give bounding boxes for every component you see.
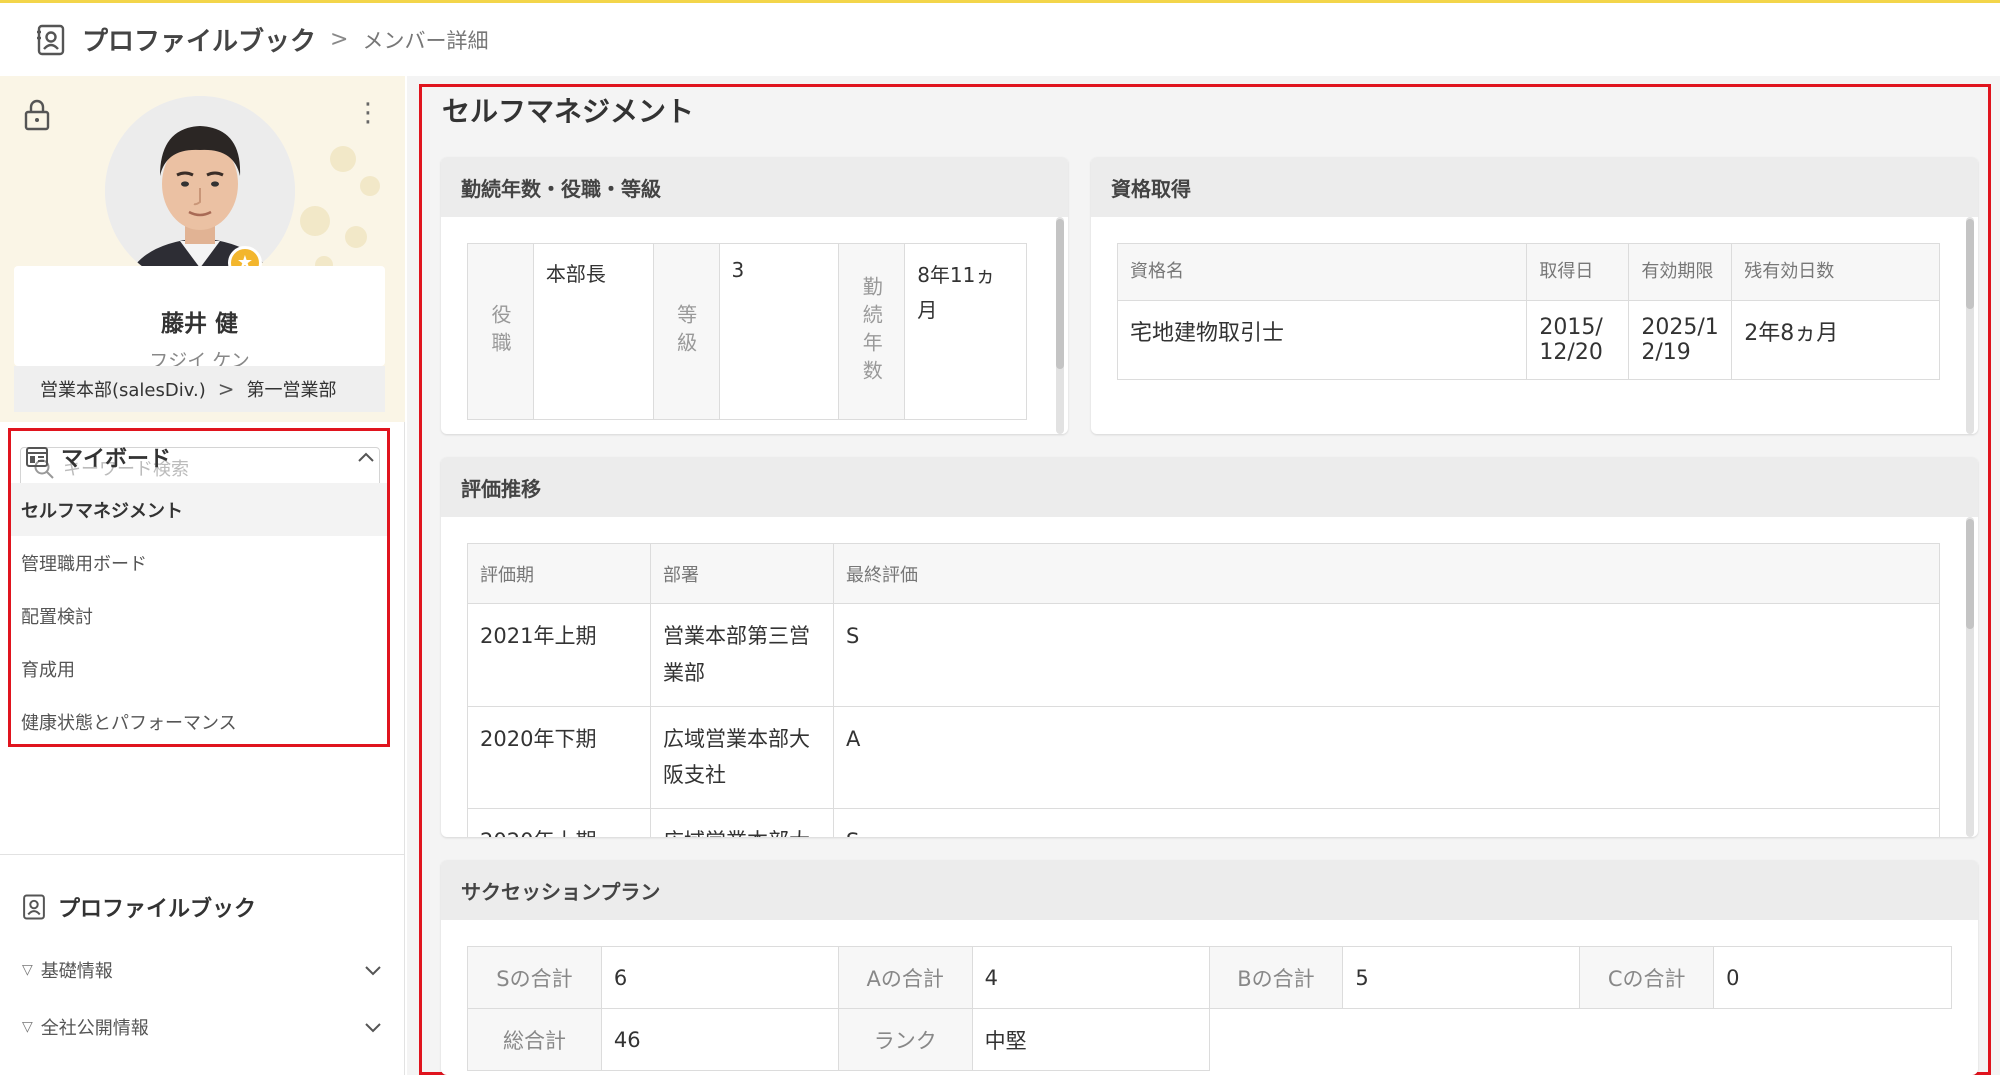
table-cell: 宅地建物取引士 bbox=[1116, 299, 1528, 380]
sidebar-divider bbox=[0, 854, 405, 855]
succession-card: サクセッションプラン Sの合計 6 Aの合計 4 Bの合計 5 Cの合計 0 総… bbox=[441, 860, 1978, 1075]
table-cell: A bbox=[833, 705, 1940, 809]
name-card: 藤井 健 フジイ ケン bbox=[14, 266, 385, 372]
board-item-manager-board[interactable]: 管理職用ボード bbox=[11, 536, 387, 589]
triangle-icon: ▽ bbox=[22, 962, 33, 978]
grand-total-value: 46 bbox=[600, 1008, 839, 1071]
table-row: 2020年下期 広域営業本部大阪支社 A bbox=[467, 705, 1940, 809]
grade-value: 3 bbox=[718, 243, 840, 420]
profilebook-title: プロファイルブック bbox=[58, 897, 257, 922]
scrollbar[interactable] bbox=[1966, 517, 1974, 837]
grade-label: 等級 bbox=[652, 243, 720, 420]
myboard-section: マイボード セルフマネジメント 管理職用ボード 配置検討 育成用 健康状態とパフ… bbox=[8, 428, 390, 747]
table-row: 2020年上期 広域営業本部大 S bbox=[467, 808, 1940, 837]
board-item-health-performance[interactable]: 健康状態とパフォーマンス bbox=[11, 695, 387, 748]
position-value: 本部長 bbox=[532, 243, 654, 420]
chevron-down-icon[interactable] bbox=[364, 1021, 382, 1033]
qualification-table: 資格名 取得日 有効期限 残有効日数 宅地建物取引士 2015/12/20 20… bbox=[1116, 243, 1940, 380]
evaluation-table: 評価期 部署 最終評価 2021年上期 営業本部第三営業部 S 2020年下期 … bbox=[467, 543, 1940, 837]
column-header: 最終評価 bbox=[833, 543, 1940, 604]
s-total-label: Sの合計 bbox=[467, 946, 602, 1009]
profile-header: ⋮ ★ 藤井 健 フジイ ケン 営業本部(salesDiv.) > 第一営業部 bbox=[0, 76, 405, 422]
department-breadcrumb: 営業本部(salesDiv.) > 第一営業部 bbox=[14, 366, 385, 412]
table-cell: 2025/12/19 bbox=[1628, 299, 1733, 380]
board-item-development[interactable]: 育成用 bbox=[11, 642, 387, 695]
avatar bbox=[105, 96, 295, 286]
profilebook-item-label: 全社公開情報 bbox=[40, 1018, 149, 1039]
tenure-card-title: 勤続年数・役職・等級 bbox=[441, 157, 1068, 217]
page-title: セルフマネジメント bbox=[442, 95, 695, 128]
table-cell: 2年8ヵ月 bbox=[1731, 299, 1940, 380]
profilebook-section-header[interactable]: プロファイルブック bbox=[20, 891, 256, 923]
breadcrumb-separator: > bbox=[330, 27, 349, 52]
table-cell: 2015/12/20 bbox=[1526, 299, 1630, 380]
position-label: 役職 bbox=[467, 243, 534, 420]
table-row: 宅地建物取引士 2015/12/20 2025/12/19 2年8ヵ月 bbox=[1116, 299, 1940, 380]
profilebook-item-label: 基礎情報 bbox=[40, 961, 113, 982]
column-header: 有効期限 bbox=[1628, 243, 1733, 301]
division-label[interactable]: 営業本部(salesDiv.) bbox=[40, 376, 206, 402]
tenure-table: 役職 本部長 等級 3 勤続年数 8年11ヵ月 bbox=[467, 243, 1027, 420]
tenure-value: 8年11ヵ月 bbox=[904, 243, 1027, 420]
column-header: 部署 bbox=[650, 543, 834, 604]
table-cell: 営業本部第三営業部 bbox=[650, 603, 834, 707]
profilebook-item-basic-info[interactable]: ▽ 基礎情報 bbox=[22, 950, 382, 990]
grand-total-label: 総合計 bbox=[467, 1008, 602, 1071]
c-total-label: Cの合計 bbox=[1579, 946, 1715, 1009]
b-total-label: Bの合計 bbox=[1208, 946, 1344, 1009]
lock-icon[interactable] bbox=[22, 98, 52, 132]
a-total-value: 4 bbox=[971, 946, 1210, 1009]
succession-card-title: サクセッションプラン bbox=[441, 860, 1978, 920]
app-title[interactable]: プロファイルブック bbox=[82, 21, 316, 58]
rank-value: 中堅 bbox=[971, 1008, 1210, 1071]
table-cell: 2020年下期 bbox=[467, 705, 651, 809]
table-cell: S bbox=[833, 603, 1940, 707]
triangle-icon: ▽ bbox=[22, 1019, 33, 1035]
tenure-card: 勤続年数・役職・等級 役職 本部長 等級 3 勤続年数 8年11ヵ月 bbox=[441, 157, 1068, 434]
table-row: 2021年上期 営業本部第三営業部 S bbox=[467, 603, 1940, 707]
top-bar: プロファイルブック > メンバー詳細 bbox=[0, 0, 2000, 76]
more-options-icon[interactable]: ⋮ bbox=[355, 100, 381, 126]
profile-book-icon bbox=[23, 894, 45, 920]
board-item-placement[interactable]: 配置検討 bbox=[11, 589, 387, 642]
chevron-up-icon[interactable] bbox=[357, 451, 375, 463]
column-header: 評価期 bbox=[467, 543, 651, 604]
board-item-self-management[interactable]: セルフマネジメント bbox=[11, 483, 387, 536]
table-cell: S bbox=[833, 808, 1940, 837]
column-header: 残有効日数 bbox=[1731, 243, 1940, 301]
chevron-right-icon: > bbox=[217, 377, 235, 401]
tenure-label: 勤続年数 bbox=[838, 243, 906, 420]
myboard-title: マイボード bbox=[61, 447, 172, 472]
scrollbar[interactable] bbox=[1966, 217, 1974, 434]
profilebook-item-company-info[interactable]: ▽ 全社公開情報 bbox=[22, 1007, 382, 1047]
member-name: 藤井 健 bbox=[160, 311, 238, 337]
myboard-header[interactable]: マイボード bbox=[11, 431, 387, 483]
b-total-value: 5 bbox=[1342, 946, 1581, 1009]
rank-label: ランク bbox=[837, 1008, 973, 1071]
department-label[interactable]: 第一営業部 bbox=[247, 376, 337, 402]
scrollbar[interactable] bbox=[1056, 217, 1064, 434]
s-total-value: 6 bbox=[600, 946, 839, 1009]
table-cell: 広域営業本部大阪支社 bbox=[650, 705, 834, 809]
column-header: 取得日 bbox=[1526, 243, 1630, 301]
chevron-down-icon[interactable] bbox=[364, 964, 382, 976]
succession-table: Sの合計 6 Aの合計 4 Bの合計 5 Cの合計 0 総合計 46 ランク 中… bbox=[467, 946, 1952, 1071]
evaluation-card: 評価推移 評価期 部署 最終評価 2021年上期 営業本部第三営業部 S 202… bbox=[441, 457, 1978, 837]
c-total-value: 0 bbox=[1713, 946, 1952, 1009]
board-icon bbox=[26, 447, 48, 467]
column-header: 資格名 bbox=[1116, 243, 1528, 301]
qualification-card: 資格取得 資格名 取得日 有効期限 残有効日数 宅地建物取引士 2015/12/… bbox=[1091, 157, 1978, 434]
a-total-label: Aの合計 bbox=[837, 946, 973, 1009]
breadcrumb-current: メンバー詳細 bbox=[362, 28, 489, 53]
qualification-card-title: 資格取得 bbox=[1091, 157, 1978, 217]
table-cell: 2020年上期 bbox=[467, 808, 651, 837]
evaluation-card-title: 評価推移 bbox=[441, 457, 1978, 517]
table-cell: 2021年上期 bbox=[467, 603, 651, 707]
table-cell: 広域営業本部大 bbox=[650, 808, 834, 837]
profile-book-icon[interactable] bbox=[34, 23, 68, 57]
